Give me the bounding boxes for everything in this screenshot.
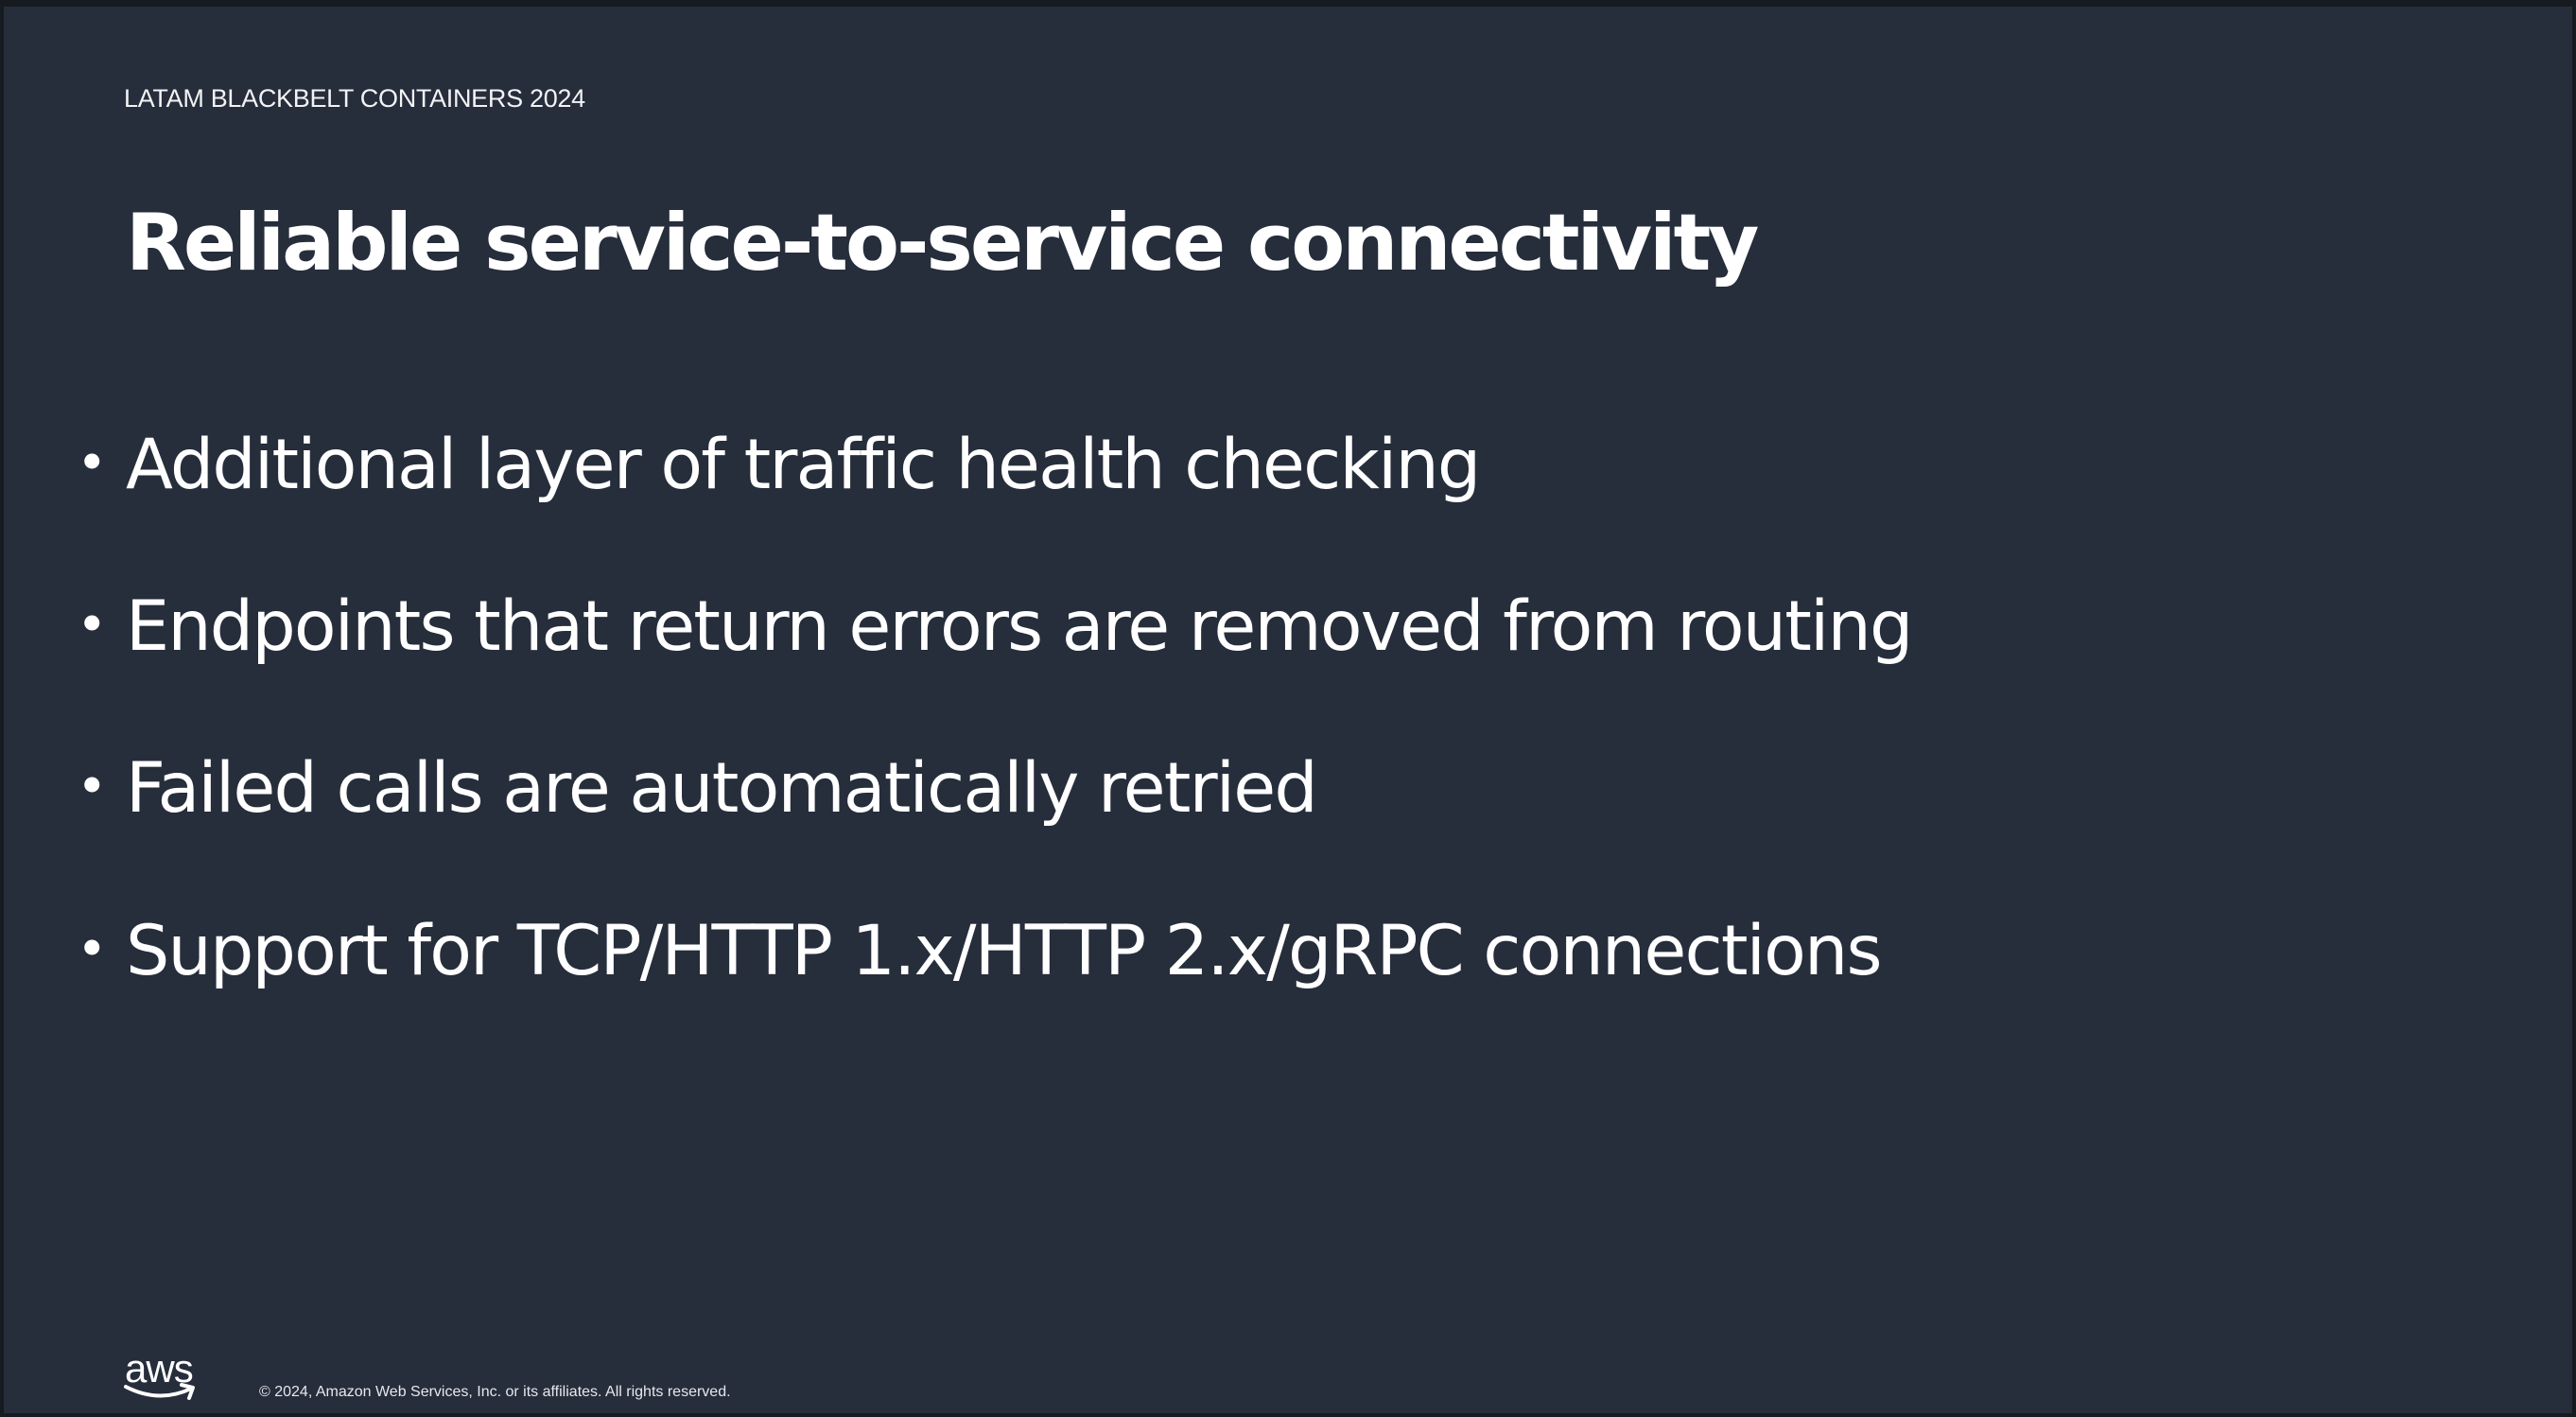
slide: LATAM BLACKBELT CONTAINERS 2024 Reliable…	[4, 7, 2572, 1413]
bullet-icon: •	[77, 918, 107, 979]
bullet-item: • Support for TCP/HTTP 1.x/HTTP 2.x/gRPC …	[77, 917, 1883, 986]
aws-logo-icon: aws	[123, 1349, 206, 1406]
bullet-icon: •	[77, 594, 107, 655]
bullet-icon: •	[77, 756, 107, 816]
bullet-text: Support for TCP/HTTP 1.x/HTTP 2.x/gRPC c…	[126, 911, 1883, 991]
bullet-text: Endpoints that return errors are removed…	[126, 586, 1913, 667]
bullet-text: Additional layer of traffic health check…	[126, 425, 1481, 505]
bullet-icon: •	[77, 432, 107, 493]
bullet-item: • Endpoints that return errors are remove…	[77, 592, 1913, 661]
bullet-item: • Failed calls are automatically retried	[77, 754, 1318, 823]
bullet-item: • Additional layer of traffic health chec…	[77, 430, 1481, 499]
aws-smile-icon	[124, 1383, 195, 1400]
copyright-notice: © 2024, Amazon Web Services, Inc. or its…	[259, 1384, 731, 1400]
bullet-list: • Additional layer of traffic health chec…	[4, 7, 2572, 1413]
bullet-text: Failed calls are automatically retried	[126, 748, 1318, 829]
